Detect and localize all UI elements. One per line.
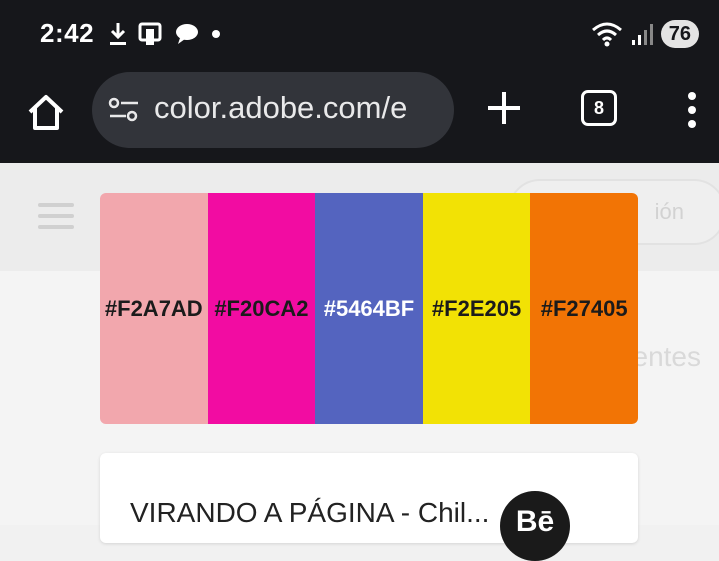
battery-level: 76 (660, 20, 699, 48)
system-icons: 76 (591, 18, 699, 50)
web-page: ión entes #F2A7AD #F20CA2 #5464BF #F2E20… (0, 163, 719, 561)
background-text: entes (632, 341, 702, 372)
hamburger-menu-icon[interactable] (38, 203, 74, 233)
swatch-3[interactable]: #5464BF (315, 193, 423, 424)
status-bar: 2:42 76 (0, 0, 719, 68)
plus-icon (488, 92, 520, 124)
swatch-hex: #F2A7AD (104, 295, 203, 321)
download-icon (110, 23, 126, 45)
dot-icon (212, 30, 220, 38)
swatch-4[interactable]: #F2E205 (422, 193, 531, 424)
swatch-hex: #F27405 (540, 295, 628, 321)
card-title[interactable]: VIRANDO A PÁGINA - Chil... (130, 497, 490, 529)
chat-icon (176, 24, 198, 44)
browser-toolbar: color.adobe.com/e 8 (0, 68, 719, 163)
address-bar[interactable]: color.adobe.com/e (92, 72, 454, 148)
color-palette: #F2A7AD #F20CA2 #5464BF #F2E205 #F27405 (100, 193, 638, 424)
status-time: 2:42 (40, 18, 95, 48)
new-tab-button[interactable] (484, 88, 524, 128)
url-text[interactable]: color.adobe.com/e (154, 90, 444, 126)
browser-menu-button[interactable] (684, 90, 700, 130)
swatch-hex: #5464BF (323, 295, 415, 321)
header-pill-label: ión (654, 199, 684, 224)
swatch-hex: #F20CA2 (214, 295, 309, 321)
home-icon (28, 95, 64, 130)
tab-count: 8 (581, 90, 617, 126)
more-vert-icon (688, 92, 696, 128)
swatch-5[interactable]: #F27405 (530, 193, 638, 424)
swatch-1[interactable]: #F2A7AD (100, 193, 208, 424)
site-settings-icon[interactable] (108, 96, 140, 124)
wifi-icon (591, 22, 622, 47)
signal-icon (631, 24, 653, 45)
behance-icon[interactable]: Bē (500, 491, 570, 561)
screen-cast-icon (138, 22, 162, 45)
swatch-2[interactable]: #F20CA2 (207, 193, 316, 424)
notification-icons (108, 18, 222, 50)
home-button[interactable] (24, 90, 68, 134)
swatch-hex: #F2E205 (431, 295, 522, 321)
tab-switcher-button[interactable]: 8 (581, 90, 617, 126)
project-card[interactable]: VIRANDO A PÁGINA - Chil... Bē (100, 453, 638, 561)
